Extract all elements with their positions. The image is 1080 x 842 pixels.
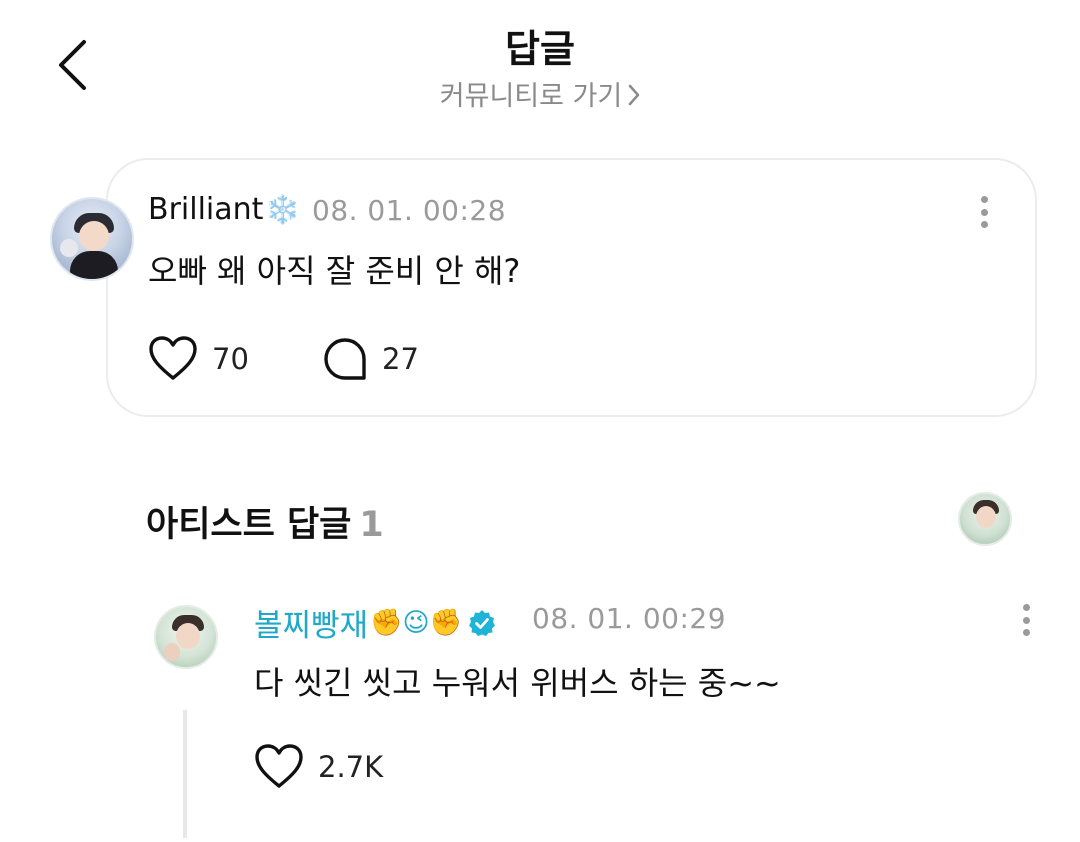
post-comment-count: 27 [382,342,419,376]
user-avatar[interactable] [50,197,134,281]
community-link-label: 커뮤니티로 가기 [439,81,623,112]
chevron-right-icon [628,82,640,113]
post-like-count: 70 [212,342,249,376]
more-dot [980,208,988,216]
post-like-button[interactable]: 70 [148,336,249,382]
more-dot [1022,629,1030,636]
artist-username-emojis: ✊😉✊ [370,607,462,638]
page-title: 답글 [505,27,575,71]
comment-bubble-icon [324,338,366,380]
heart-icon [255,744,303,788]
reply-text: 다 씻긴 씻고 누워서 위버스 하는 중~~ [254,664,781,702]
verified-badge-icon [468,609,496,637]
artist-avatar-small[interactable] [958,492,1012,546]
post-more-button[interactable] [974,190,994,234]
reply-more-button[interactable] [1016,598,1036,642]
artist-avatar[interactable] [154,605,218,669]
reply-timestamp: 08. 01. 00:29 [532,602,727,635]
artist-username[interactable]: 볼찌빵재 ✊😉✊ [254,600,496,645]
community-link[interactable]: 커뮤니티로 가기 [0,74,1080,113]
post-comment-button[interactable]: 27 [322,336,419,382]
snowflake-emoji: ❄️ [265,193,301,226]
thread-line [183,710,187,838]
post-username[interactable]: Brilliant❄️ [148,192,300,227]
post-username-text: Brilliant [148,192,264,227]
more-dot [980,221,988,228]
post-text: 오빠 왜 아직 잘 준비 안 해? [148,252,521,290]
more-dot [1022,604,1030,611]
reply-like-button[interactable]: 2.7K [254,744,383,790]
more-dot [980,196,988,203]
heart-icon [149,336,197,380]
artist-replies-heading: 아티스트 답글 1 [146,496,384,547]
more-dot [1022,616,1030,624]
reply-page: 답글 커뮤니티로 가기 Brilliant❄️ 08. 01. 00:28 오빠… [0,0,1080,842]
artist-replies-count: 1 [359,505,384,545]
post-timestamp: 08. 01. 00:28 [312,194,507,227]
artist-replies-title: 아티스트 답글 [146,505,352,545]
artist-username-text: 볼찌빵재 [254,608,369,644]
reply-like-count: 2.7K [318,750,384,784]
